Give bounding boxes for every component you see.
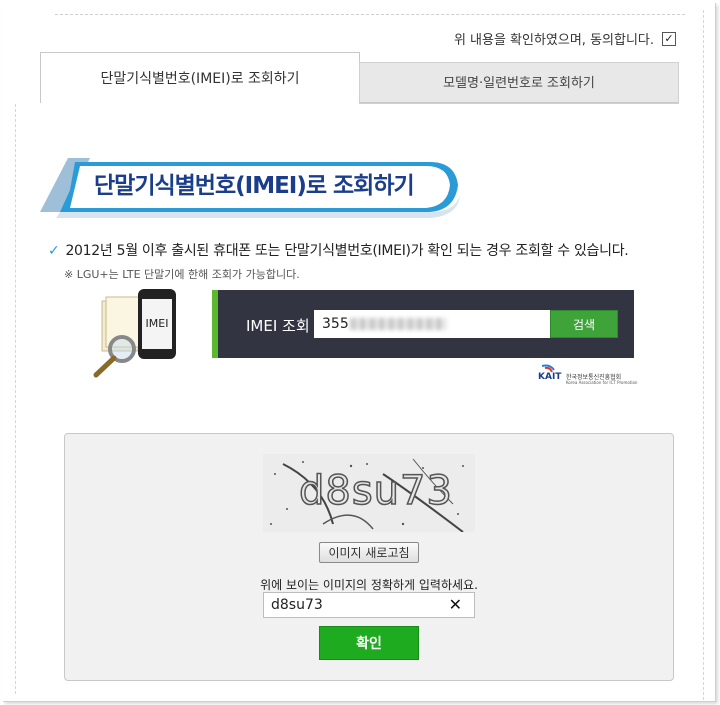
kait-org-en: Korea Association for ICT Promotion — [566, 380, 638, 385]
tab-imei-lookup[interactable]: 단말기식별번호(IMEI)로 조회하기 — [40, 52, 360, 103]
captcha-image: d8su73 — [263, 454, 475, 533]
agreement-checkbox[interactable]: ✓ — [662, 31, 676, 46]
phone-magnifier-illustration: IMEI — [88, 285, 188, 380]
banner-title: 단말기식별번호(IMEI)로 조회하기 — [94, 173, 415, 199]
agreement-label: 위 내용을 확인하였으며, 동의합니다. — [453, 33, 654, 48]
right-dashed-border — [703, 10, 704, 700]
search-button[interactable]: 검색 — [550, 310, 618, 338]
captcha-image-text: d8su73 — [298, 467, 453, 515]
kait-logo-text: KAIT — [538, 372, 562, 382]
phone-screen-label: IMEI — [145, 317, 169, 330]
phone-illustration-icon — [93, 289, 176, 378]
captcha-panel: d8su73 이미지 새로고침 위에 보이는 이미지의 정확하게 입력하세요. … — [64, 433, 674, 681]
redacted-blur — [350, 318, 446, 330]
notice-message: 2012년 5월 이후 출시된 휴대폰 또는 단말기식별번호(IMEI)가 확인… — [65, 243, 629, 259]
kait-logo: KAIT 한국정보통신진흥협회 Korea Association for IC… — [536, 364, 646, 388]
imei-input[interactable]: 355 — [314, 310, 550, 338]
imei-label: IMEI 조회 — [246, 317, 310, 335]
refresh-image-button[interactable]: 이미지 새로고침 — [319, 542, 419, 563]
section-banner: 단말기식별번호(IMEI)로 조회하기 — [30, 150, 470, 220]
imei-search-bar: IMEI 조회 355 검색 — [212, 290, 634, 358]
top-dashed-divider — [55, 14, 685, 15]
lgu-subnote: ※ LGU+는 LTE 단말기에 한해 조회가 가능합니다. — [64, 268, 300, 281]
tab-underline — [359, 102, 678, 103]
captcha-input[interactable]: d8su73 ✕ — [263, 592, 475, 618]
left-dashed-border — [15, 104, 16, 694]
confirm-button[interactable]: 확인 — [319, 626, 419, 660]
lookup-tabs: 단말기식별번호(IMEI)로 조회하기 모델명·일련번호로 조회하기 — [40, 52, 679, 104]
captcha-instruction: 위에 보이는 이미지의 정확하게 입력하세요. — [260, 578, 478, 592]
tab-model-serial-lookup[interactable]: 모델명·일련번호로 조회하기 — [359, 62, 679, 104]
notice-text: ✓ 2012년 5월 이후 출시된 휴대폰 또는 단말기식별번호(IMEI)가 확… — [48, 240, 629, 260]
imei-input-value: 355 — [322, 316, 349, 332]
clear-input-icon[interactable]: ✕ — [449, 593, 462, 617]
checkmark-icon: ✓ — [48, 243, 60, 259]
agreement-row[interactable]: 위 내용을 확인하였으며, 동의합니다. ✓ — [454, 29, 676, 48]
captcha-input-value: d8su73 — [271, 597, 323, 613]
